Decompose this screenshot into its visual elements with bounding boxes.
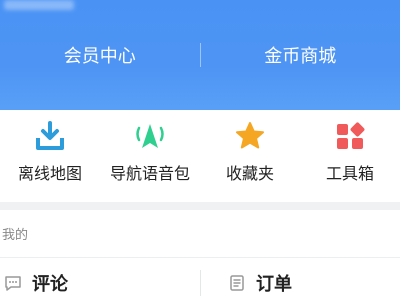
favorites-button[interactable]: 收藏夹 [200, 110, 300, 202]
comment-icon [5, 276, 21, 291]
download-icon [36, 121, 64, 150]
navigation-voice-icon [136, 124, 164, 148]
mine-section-title: 我的 [2, 228, 29, 243]
favorites-label: 收藏夹 [225, 164, 274, 183]
section-gap [0, 202, 400, 210]
comments-button[interactable]: 评论 [4, 270, 68, 296]
blurred-user-info [4, 0, 74, 10]
header-bar: 会员中心 金币商城 [0, 0, 400, 110]
orders-label: 订单 [256, 274, 292, 295]
offline-map-label: 离线地图 [17, 164, 82, 183]
member-center-link[interactable]: 会员中心 [0, 42, 200, 68]
comments-label: 评论 [32, 274, 68, 295]
row-divider [200, 270, 201, 296]
toolbox-label: 工具箱 [325, 164, 374, 183]
feature-grid: 离线地图 导航语音包 收藏夹 工具箱 [0, 110, 400, 202]
toolbox-button[interactable]: 工具箱 [300, 110, 400, 202]
mine-section: 我的 评论 订单 [0, 210, 400, 300]
voice-pack-label: 导航语音包 [109, 164, 190, 183]
order-icon [230, 275, 244, 291]
toolbox-icon [337, 122, 365, 149]
orders-button[interactable]: 订单 [228, 270, 292, 296]
voice-pack-button[interactable]: 导航语音包 [100, 110, 200, 202]
section-divider [0, 257, 400, 258]
coin-mall-link[interactable]: 金币商城 [201, 42, 400, 68]
offline-map-button[interactable]: 离线地图 [0, 110, 100, 202]
header-links: 会员中心 金币商城 [0, 35, 400, 75]
star-icon [236, 122, 264, 149]
